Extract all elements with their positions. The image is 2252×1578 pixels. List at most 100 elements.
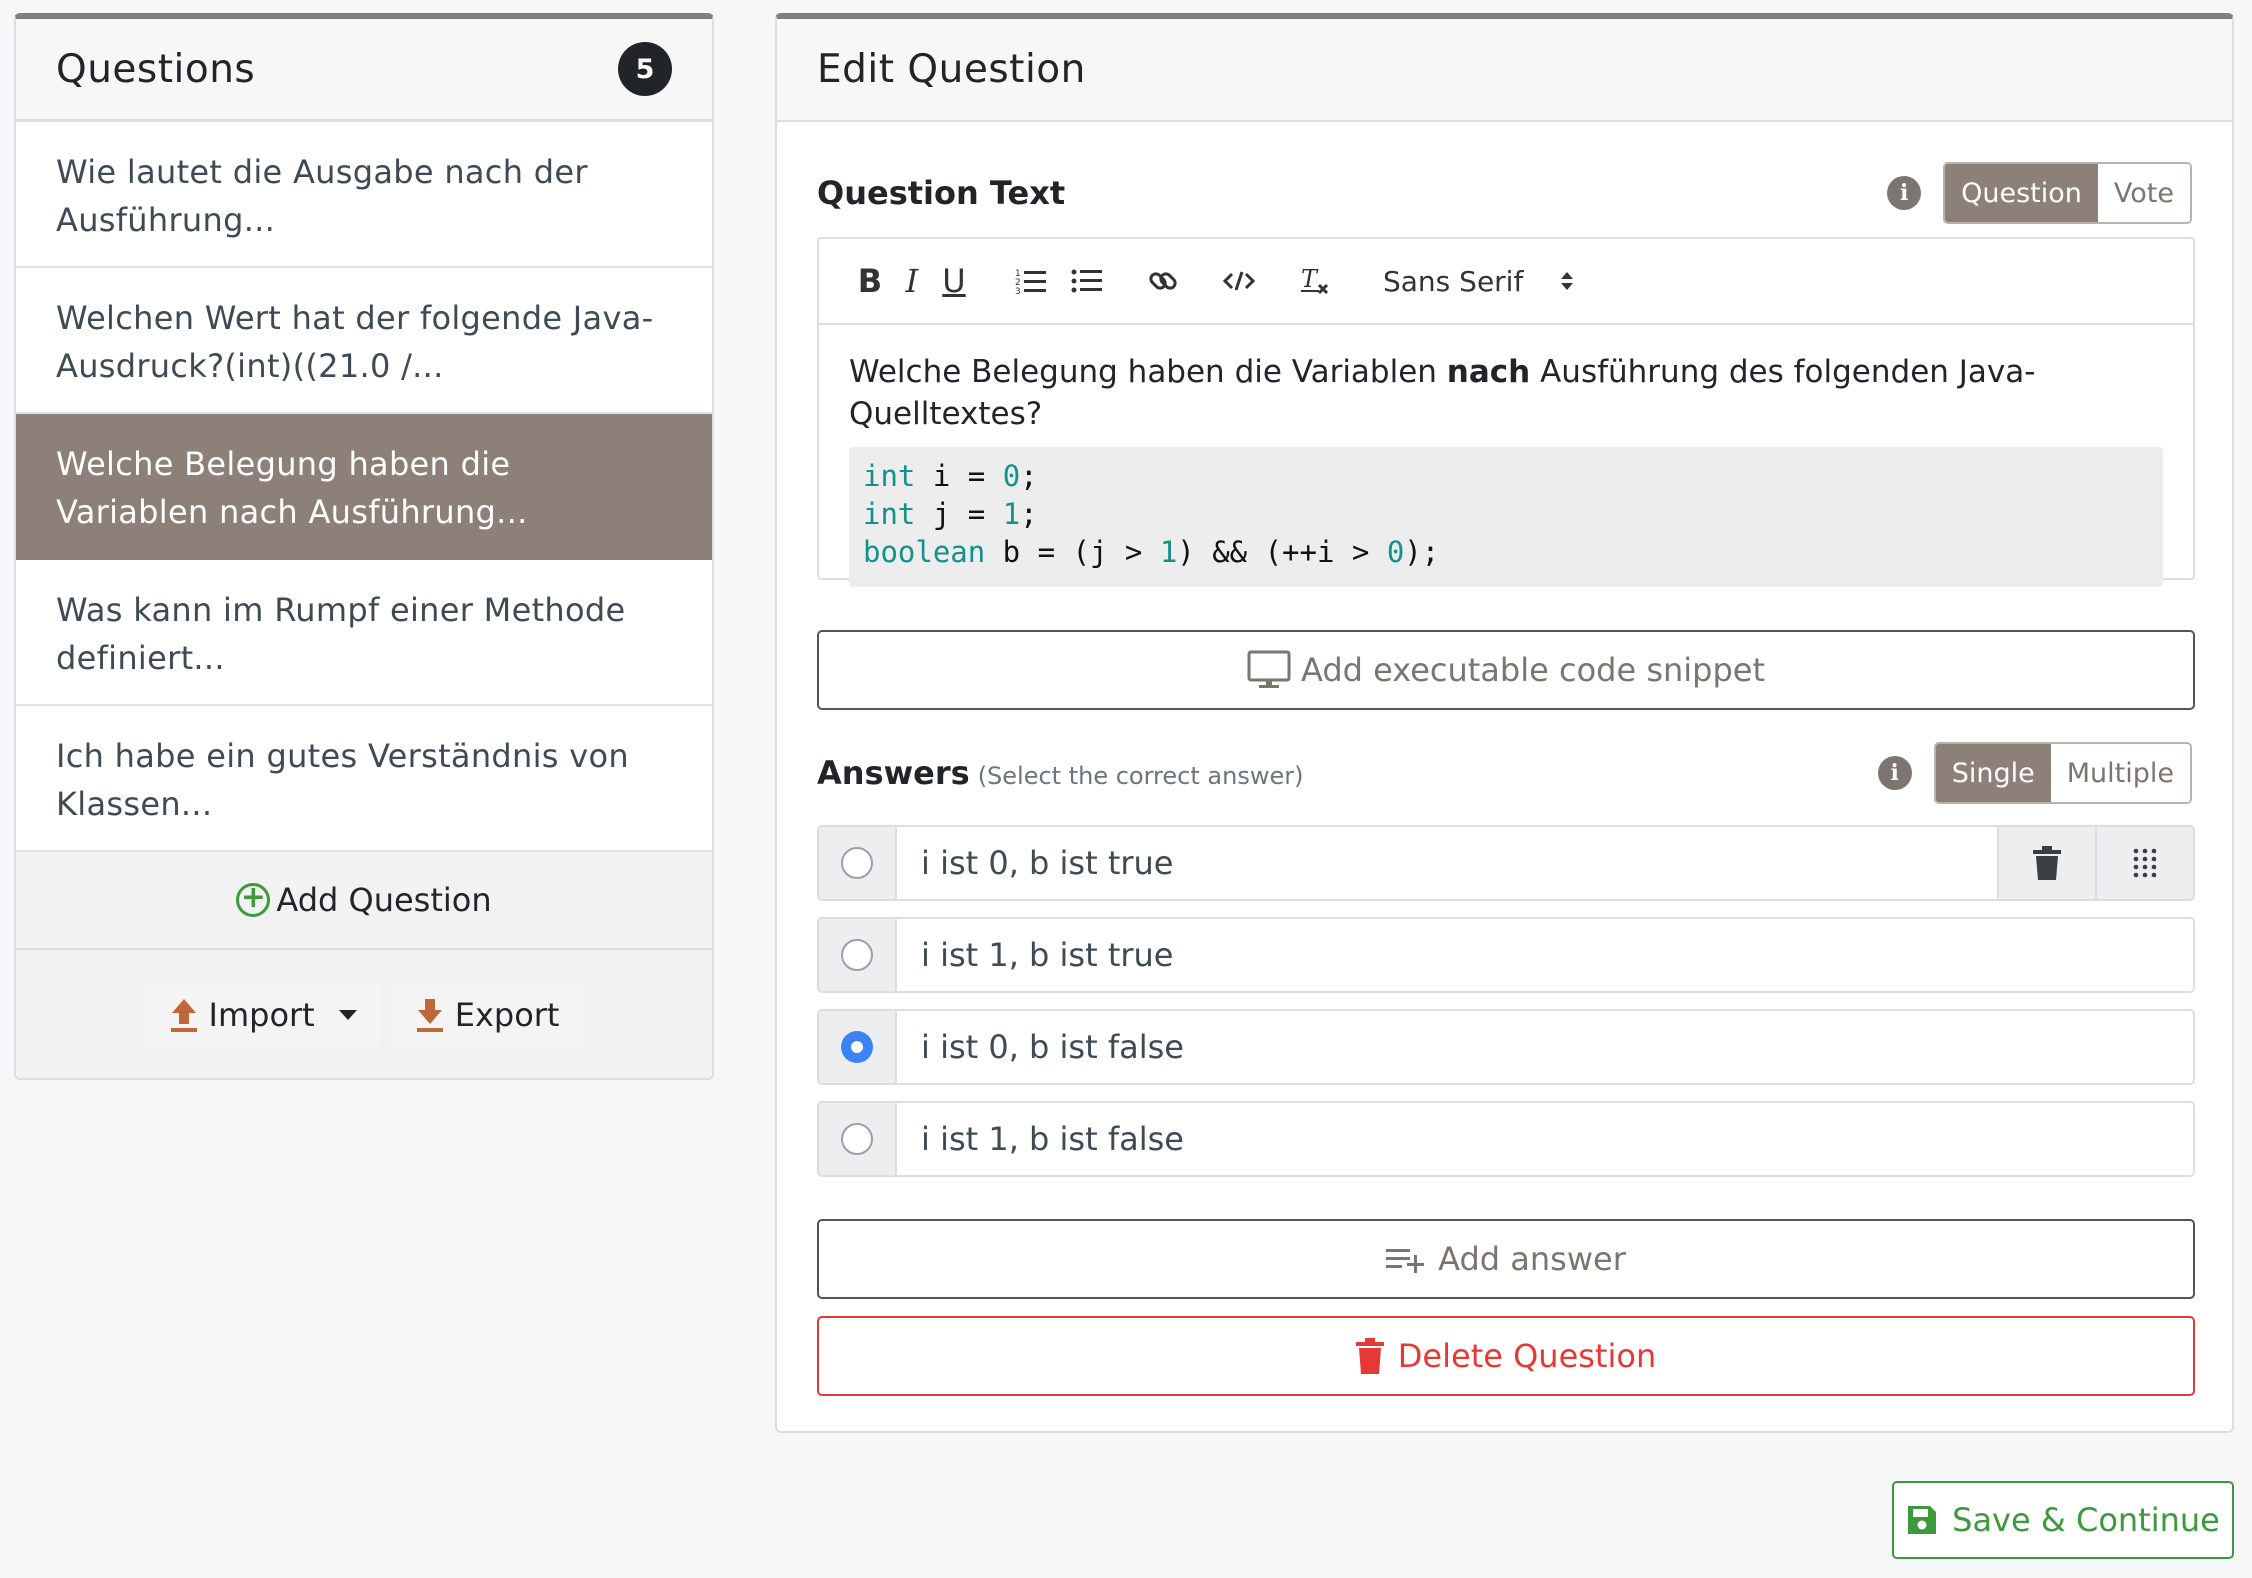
toggle-vote[interactable]: Vote xyxy=(2097,164,2190,222)
info-icon[interactable]: i xyxy=(1887,176,1922,210)
single-multiple-toggle: Single Multiple xyxy=(1933,742,2192,804)
question-list-item-label: Welchen Wert hat der folgende Java-Ausdr… xyxy=(56,299,654,385)
code-text: ); xyxy=(1404,535,1440,569)
toggle-multiple[interactable]: Multiple xyxy=(2050,744,2190,802)
code-text: ; xyxy=(1020,497,1038,531)
answer-input[interactable]: i ist 1, b ist true xyxy=(897,919,2193,991)
monitor-icon xyxy=(1247,650,1291,688)
delete-question-button[interactable]: Delete Question xyxy=(817,1316,2195,1396)
questions-title: Questions xyxy=(56,46,256,92)
answers-label: Answers xyxy=(817,754,970,792)
toggle-question[interactable]: Question xyxy=(1945,164,2098,222)
delete-answer-button[interactable] xyxy=(1997,827,2095,899)
delete-question-label: Delete Question xyxy=(1397,1337,1657,1375)
code-keyword: int xyxy=(863,497,916,531)
question-text-part: Welche Belegung haben die Variablen xyxy=(849,354,1447,390)
answer-radio[interactable] xyxy=(841,1123,873,1155)
clear-format-icon[interactable]: T xyxy=(1287,261,1343,301)
question-list-item[interactable]: Ich habe ein gutes Verständnis von Klass… xyxy=(16,706,712,852)
drag-handle[interactable] xyxy=(2095,827,2193,899)
playlist-add-icon xyxy=(1386,1249,1425,1273)
answer-input[interactable]: i ist 0, b ist true xyxy=(897,827,1997,899)
question-text-bold: nach xyxy=(1446,354,1531,390)
save-continue-button[interactable]: Save & Continue xyxy=(1892,1481,2234,1559)
link-icon[interactable] xyxy=(1135,261,1191,301)
add-question-button[interactable]: + Add Question xyxy=(16,852,712,950)
bold-icon[interactable]: B xyxy=(849,261,891,301)
add-answer-label: Add answer xyxy=(1438,1240,1626,1278)
info-icon[interactable]: i xyxy=(1877,756,1912,790)
italic-icon[interactable]: I xyxy=(891,261,933,301)
underline-icon[interactable]: U xyxy=(933,261,975,301)
answer-row: i ist 0, b ist false xyxy=(817,1009,2195,1085)
question-list-item[interactable]: Wie lautet die Ausgabe nach der Ausführu… xyxy=(16,122,712,268)
download-arrow-icon xyxy=(416,999,443,1032)
bullet-list-icon[interactable] xyxy=(1059,261,1115,301)
caret-down-icon xyxy=(338,1010,357,1020)
add-code-snippet-label: Add executable code snippet xyxy=(1300,651,1766,689)
export-button[interactable]: Export xyxy=(390,982,584,1048)
edit-question-header: Edit Question xyxy=(777,19,2232,122)
trash-icon xyxy=(2033,846,2061,880)
answer-text: i ist 0, b ist true xyxy=(921,844,1174,882)
answer-radio-checked[interactable] xyxy=(841,1031,873,1063)
ordered-list-icon[interactable]: 123 xyxy=(1003,261,1059,301)
code-text: j = xyxy=(915,497,1003,531)
floppy-disk-icon xyxy=(1908,1506,1937,1534)
toggle-single[interactable]: Single xyxy=(1935,744,2051,802)
save-continue-label: Save & Continue xyxy=(1952,1501,2220,1539)
answer-radio[interactable] xyxy=(841,939,873,971)
question-list-item-label: Welche Belegung haben die Variablen nach… xyxy=(56,445,528,531)
answer-radio-cell xyxy=(819,1103,897,1175)
plus-circle-icon: + xyxy=(236,883,271,917)
answer-text: i ist 0, b ist false xyxy=(921,1028,1184,1066)
answer-text: i ist 1, b ist false xyxy=(921,1120,1184,1158)
question-list-item-label: Ich habe ein gutes Verständnis von Klass… xyxy=(56,737,629,823)
add-question-label: Add Question xyxy=(276,881,492,919)
question-list-item[interactable]: Was kann im Rumpf einer Methode definier… xyxy=(16,560,712,706)
question-text-label: Question Text xyxy=(817,174,1066,212)
svg-text:T: T xyxy=(1301,265,1319,293)
question-text-row: Question Text i Question Vote xyxy=(817,162,2192,224)
import-button[interactable]: Import xyxy=(144,982,381,1048)
add-answer-button[interactable]: Add answer xyxy=(817,1219,2195,1299)
editor-toolbar: B I U 123 T Sans Serif xyxy=(819,239,2193,325)
editor-content[interactable]: Welche Belegung haben die Variablen nach… xyxy=(819,325,2193,587)
code-number: 1 xyxy=(1159,535,1178,569)
edit-question-title: Edit Question xyxy=(817,47,1086,92)
code-number: 1 xyxy=(1002,497,1021,531)
font-select-value: Sans Serif xyxy=(1383,264,1524,298)
answer-input[interactable]: i ist 1, b ist false xyxy=(897,1103,2193,1175)
import-export-row: Import Export xyxy=(16,950,712,1078)
question-text: Welche Belegung haben die Variablen nach… xyxy=(849,351,2163,435)
answer-text: i ist 1, b ist true xyxy=(921,936,1174,974)
answer-row: i ist 1, b ist true xyxy=(817,917,2195,993)
answer-input[interactable]: i ist 0, b ist false xyxy=(897,1011,2193,1083)
rich-text-editor[interactable]: B I U 123 T Sans Serif Welche Belegung h… xyxy=(817,237,2195,587)
question-vote-toggle: Question Vote xyxy=(1943,162,2192,224)
select-arrows-icon xyxy=(1561,272,1574,290)
answers-row: Answers (Select the correct answer) i Sin… xyxy=(817,742,2192,804)
answer-row: i ist 1, b ist false xyxy=(817,1101,2195,1177)
answer-radio-cell xyxy=(819,1011,897,1083)
code-text: ; xyxy=(1020,459,1038,493)
answer-radio[interactable] xyxy=(841,847,873,879)
question-count-badge: 5 xyxy=(618,42,672,96)
code-text: b = (j > xyxy=(985,535,1160,569)
question-list-item-active[interactable]: Welche Belegung haben die Variablen nach… xyxy=(16,414,712,560)
code-block: int i = 0; int j = 1; boolean b = (j > 1… xyxy=(849,447,2163,587)
font-select[interactable]: Sans Serif xyxy=(1383,264,1574,298)
upload-arrow-icon xyxy=(170,999,197,1032)
code-keyword: int xyxy=(863,459,916,493)
answer-row: i ist 0, b ist true xyxy=(817,825,2195,901)
answers-hint: (Select the correct answer) xyxy=(977,762,1304,790)
code-icon[interactable] xyxy=(1211,261,1267,301)
question-list-item-label: Was kann im Rumpf einer Methode definier… xyxy=(56,591,626,677)
answers-heading: Answers (Select the correct answer) xyxy=(817,754,1303,792)
code-keyword: boolean xyxy=(863,535,986,569)
question-list-item[interactable]: Welchen Wert hat der folgende Java-Ausdr… xyxy=(16,268,712,414)
questions-header: Questions 5 xyxy=(16,19,712,122)
answer-radio-cell xyxy=(819,827,897,899)
add-code-snippet-button[interactable]: Add executable code snippet xyxy=(817,630,2195,710)
code-text: i = xyxy=(915,459,1003,493)
